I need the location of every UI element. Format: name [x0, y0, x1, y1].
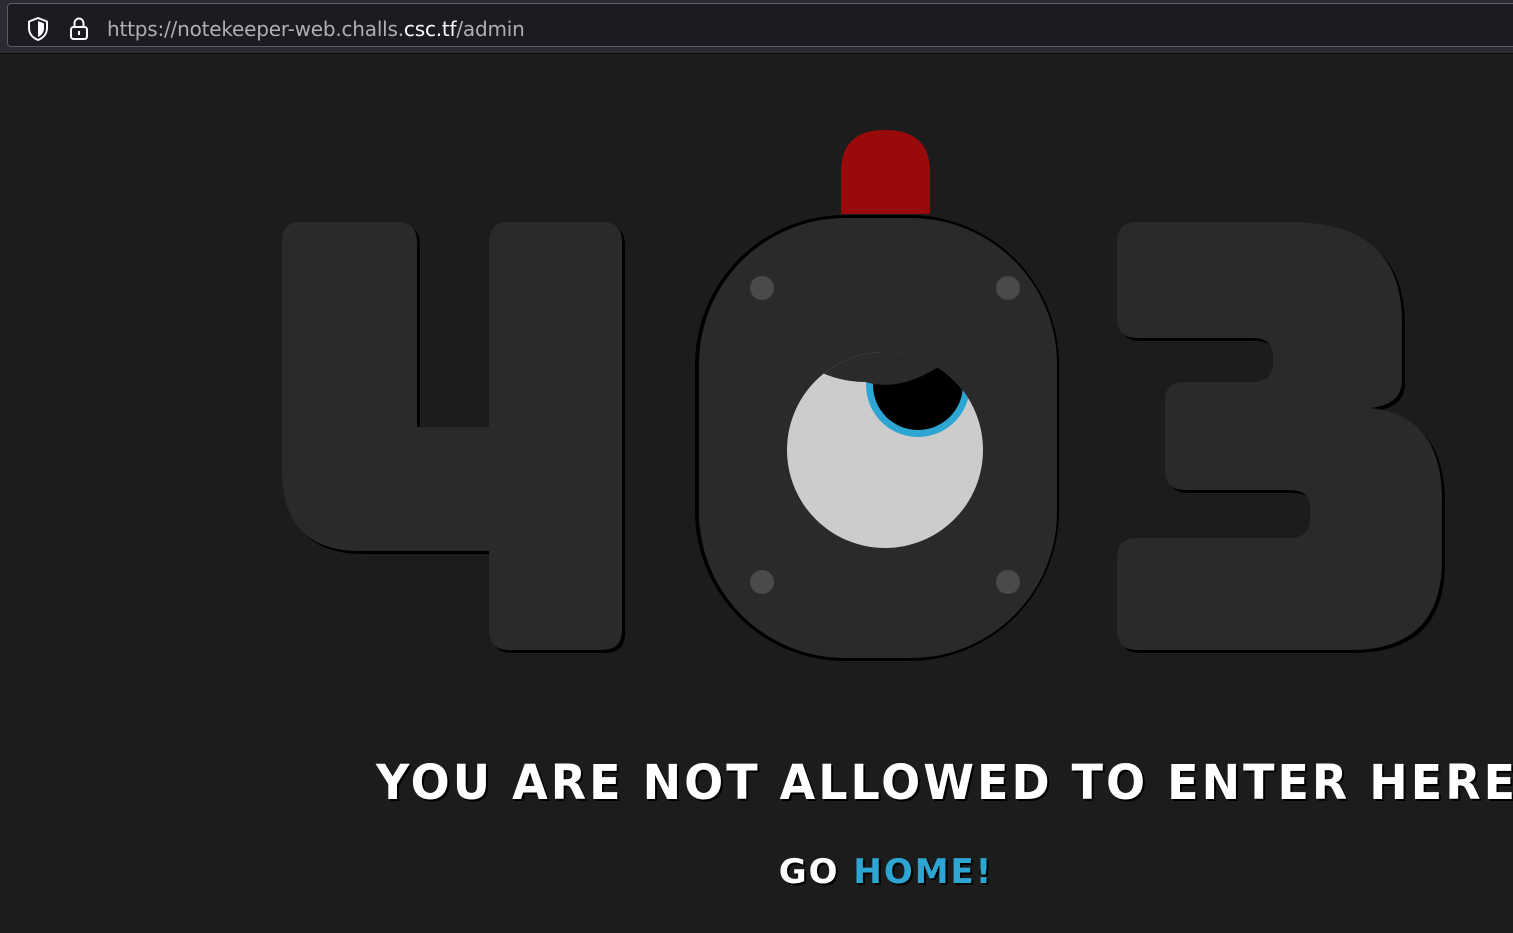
- bolt-bottom-right: [996, 570, 1020, 594]
- browser-toolbar: https://notekeeper-web.challs.csc.tf/adm…: [0, 0, 1513, 54]
- bolt-top-left: [750, 276, 774, 300]
- url-text[interactable]: https://notekeeper-web.challs.csc.tf/adm…: [107, 16, 525, 42]
- error-message: YOU ARE NOT ALLOWED TO ENTER HERE: [376, 753, 1513, 811]
- digit-four: [282, 222, 625, 653]
- home-link[interactable]: HOME!: [853, 852, 993, 892]
- error-page: 403: [0, 55, 1513, 933]
- lock-icon[interactable]: [68, 16, 90, 42]
- shield-icon[interactable]: [26, 16, 50, 42]
- bolt-top-right: [996, 276, 1020, 300]
- url-path: /admin: [456, 17, 525, 41]
- digit-three: [1117, 222, 1445, 653]
- url-prefix: https://notekeeper-web.challs.: [107, 17, 404, 41]
- address-bar[interactable]: https://notekeeper-web.challs.csc.tf/adm…: [7, 3, 1513, 47]
- go-home-line: GO HOME!: [776, 852, 996, 892]
- go-label: GO: [778, 852, 840, 892]
- alarm-light: [841, 130, 930, 214]
- bolt-bottom-left: [750, 570, 774, 594]
- url-host: csc.tf: [403, 17, 457, 41]
- digit-zero-robot: [695, 215, 1059, 661]
